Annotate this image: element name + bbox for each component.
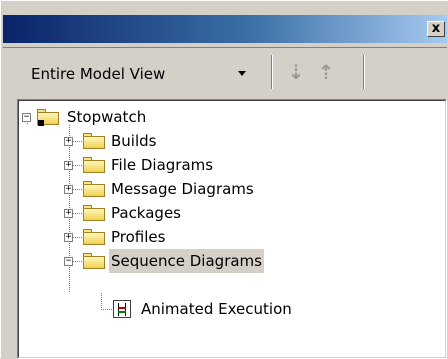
expand-icon[interactable]: + [64, 185, 73, 194]
collapse-icon[interactable]: − [22, 113, 31, 122]
folder-icon [83, 181, 105, 197]
tree-node-label: Sequence Diagrams [109, 249, 264, 273]
tree-node-animated-execution[interactable]: Animated Execution [19, 297, 419, 321]
expand-icon[interactable]: + [64, 161, 73, 170]
tree-node-profiles[interactable]: + Profiles [19, 225, 419, 249]
tree-node-builds[interactable]: + Builds [19, 129, 419, 153]
arrow-down-icon: ⇣ [287, 60, 305, 84]
arrow-up-icon: ⇡ [317, 60, 335, 84]
tree-node-packages[interactable]: + Packages [19, 201, 419, 225]
tree-node-sequence-diagrams[interactable]: − Sequence Diagrams [19, 249, 419, 273]
tree-node-label: Builds [111, 132, 157, 150]
tree-view: − Stopwatch + Builds + File Diagrams + M… [18, 100, 446, 358]
tree-node-label: Message Diagrams [111, 180, 254, 198]
folder-icon [83, 133, 105, 149]
expand-icon[interactable]: + [64, 137, 73, 146]
expand-icon[interactable]: + [64, 233, 73, 242]
title-bar[interactable]: x [3, 15, 447, 43]
tree-node-label: Packages [111, 204, 181, 222]
toolbar: Entire Model View ⇣ ⇡ [3, 47, 447, 97]
close-icon: x [431, 21, 441, 36]
model-browser-window: x Entire Model View ⇣ ⇡ − Stopwatch + Bu… [0, 0, 448, 359]
toolbar-separator [363, 55, 365, 89]
model-tree[interactable]: − Stopwatch + Builds + File Diagrams + M… [17, 99, 447, 359]
folder-icon [83, 205, 105, 221]
tree-node-label: Stopwatch [67, 108, 147, 126]
move-down-button[interactable]: ⇣ [285, 61, 307, 83]
tree-node-stopwatch[interactable]: − Stopwatch [19, 105, 419, 129]
folder-icon [83, 229, 105, 245]
tree-node-label: Animated Execution [141, 300, 292, 318]
view-selector-dropdown[interactable]: Entire Model View [31, 63, 165, 85]
close-button[interactable]: x [427, 21, 445, 37]
package-marker-icon [38, 120, 44, 126]
folder-icon [83, 157, 105, 173]
tree-node-file-diagrams[interactable]: + File Diagrams [19, 153, 419, 177]
tree-node-label: Profiles [111, 228, 166, 246]
toolbar-divider [3, 47, 447, 48]
sequence-diagram-icon [113, 300, 131, 318]
tree-node-label: File Diagrams [111, 156, 214, 174]
folder-icon [83, 253, 105, 269]
chevron-down-icon[interactable] [238, 71, 246, 76]
move-up-button[interactable]: ⇡ [315, 61, 337, 83]
collapse-icon[interactable]: − [64, 257, 73, 266]
expand-icon[interactable]: + [64, 209, 73, 218]
toolbar-separator [271, 55, 273, 89]
tree-node-message-diagrams[interactable]: + Message Diagrams [19, 177, 419, 201]
